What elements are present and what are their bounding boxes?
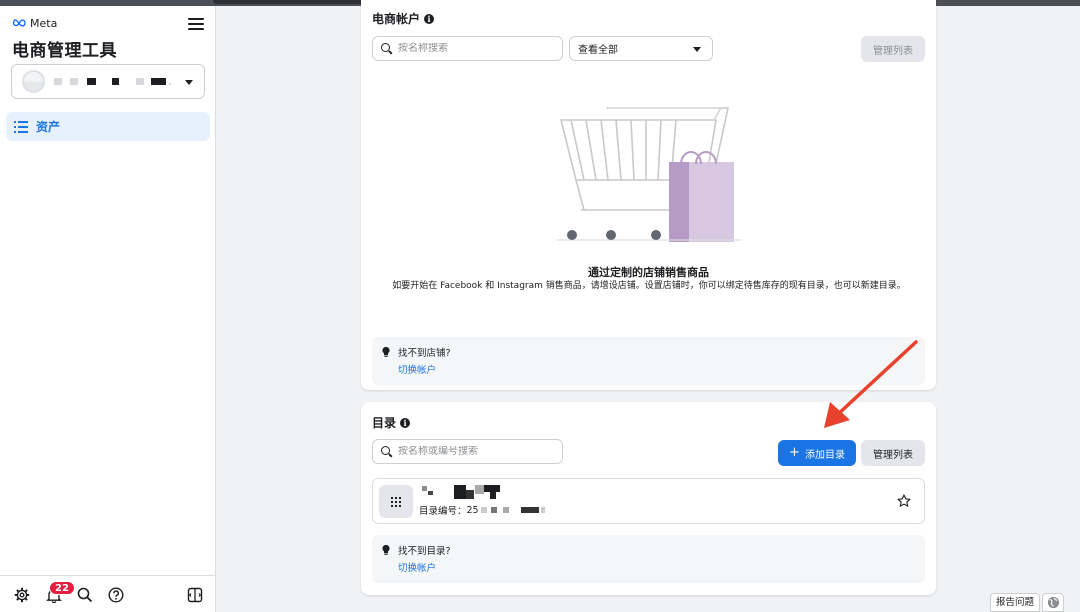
tip-title: 找不到目录?: [398, 546, 451, 557]
switch-account-link[interactable]: 切换帐户: [398, 362, 436, 376]
meta-logo-text: Meta: [30, 16, 58, 30]
commerce-search-input[interactable]: [398, 43, 548, 54]
menu-icon[interactable]: [188, 16, 204, 30]
chevron-down-icon: [185, 80, 193, 85]
manage-list-button[interactable]: 管理列表: [861, 36, 925, 62]
gear-icon[interactable]: [14, 587, 30, 603]
shopping-cart-illustration: [556, 107, 741, 242]
tip-title: 找不到店铺?: [398, 348, 451, 359]
info-icon[interactable]: i: [400, 417, 411, 428]
empty-state-title: 通过定制的店铺销售商品: [588, 266, 709, 279]
help-icon[interactable]: [108, 587, 124, 603]
catalog-id-value: 25: [466, 504, 479, 516]
commerce-accounts-card: 电商帐户 i 查看全部 管理列表: [361, 0, 936, 390]
app-title: 电商管理工具: [12, 41, 117, 61]
info-icon[interactable]: i: [424, 13, 435, 24]
sidebar-item-label: 资产: [36, 120, 61, 134]
section-title-text: 电商帐户: [372, 12, 421, 26]
add-catalog-button[interactable]: + 添加目录: [778, 440, 856, 466]
catalogs-title: 目录 i: [372, 414, 411, 431]
catalog-id: 目录编号： 25: [419, 503, 545, 517]
report-problem-button[interactable]: 报告问题: [990, 593, 1041, 612]
sidebar: Meta 电商管理工具 资产 22: [0, 6, 216, 612]
chevron-down-icon: [693, 47, 701, 52]
meta-logo[interactable]: Meta: [12, 16, 57, 30]
globe-icon[interactable]: [1042, 593, 1064, 612]
commerce-search-field[interactable]: [372, 36, 563, 61]
catalog-search-input[interactable]: [398, 446, 548, 457]
missing-catalog-tip: 找不到目录? 切换帐户: [372, 535, 925, 583]
catalog-name-redacted: [419, 484, 509, 499]
catalog-grid-icon: [379, 485, 413, 518]
list-icon: [14, 120, 28, 133]
notification-badge: 22: [49, 581, 75, 595]
star-icon[interactable]: [897, 494, 911, 508]
search-icon: [381, 43, 392, 54]
account-avatar: [22, 70, 45, 93]
annotation-arrow-icon: [824, 340, 918, 428]
lightbulb-icon: [382, 347, 390, 357]
search-icon: [381, 446, 392, 457]
catalog-id-label: 目录编号：: [419, 506, 467, 517]
section-title-text: 目录: [372, 416, 397, 430]
commerce-accounts-title: 电商帐户 i: [372, 10, 435, 27]
add-catalog-label: 添加目录: [804, 449, 845, 461]
account-selector[interactable]: [11, 64, 205, 99]
lightbulb-icon: [382, 545, 390, 555]
sidebar-footer: 22: [0, 575, 215, 612]
plus-icon: +: [789, 445, 800, 460]
empty-state-description: 如要开始在 Facebook 和 Instagram 销售商品，请增设店铺。设置…: [392, 281, 906, 291]
catalog-search-field[interactable]: [372, 439, 563, 464]
sidebar-item-assets[interactable]: 资产: [6, 112, 210, 141]
manage-list-button[interactable]: 管理列表: [861, 440, 925, 466]
switch-account-link[interactable]: 切换帐户: [398, 560, 436, 574]
meta-infinity-icon: [12, 19, 26, 27]
catalog-list-item[interactable]: 目录编号： 25: [372, 478, 925, 524]
filter-value: 查看全部: [578, 45, 618, 56]
collapse-panel-icon[interactable]: [187, 587, 203, 603]
search-icon[interactable]: [77, 587, 93, 603]
view-filter-dropdown[interactable]: 查看全部: [569, 36, 713, 61]
main-content: 电商帐户 i 查看全部 管理列表: [216, 0, 1080, 612]
